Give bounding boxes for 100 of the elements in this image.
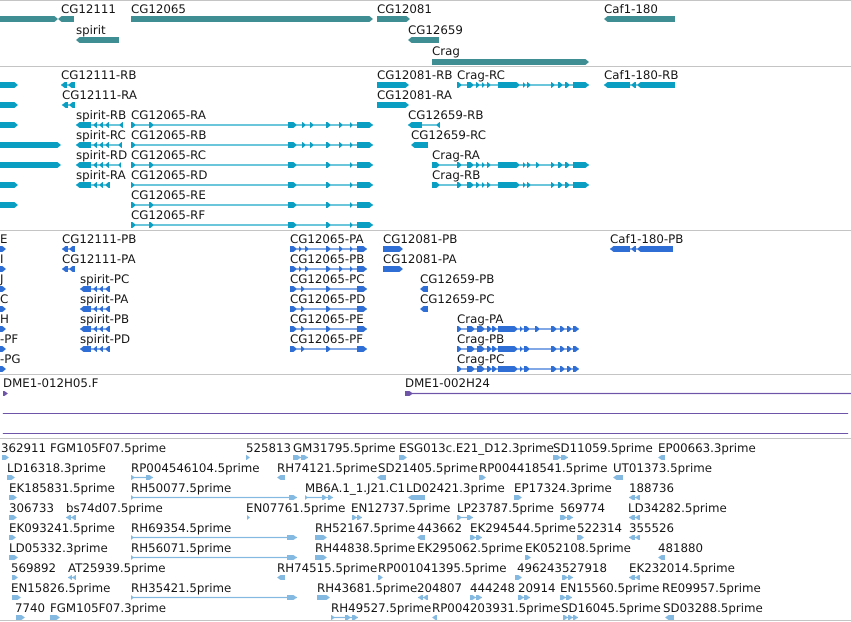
est-label: RH69354.5prime xyxy=(131,521,232,535)
protein-label: -PF xyxy=(0,332,18,346)
transcript-label: spirit-RA xyxy=(76,168,126,182)
est-label: EK294544.5prime xyxy=(470,521,576,535)
protein-label: CG12065-PB xyxy=(290,252,364,266)
protein-label: E xyxy=(0,232,8,246)
transcript-label: Caf1-180-RB xyxy=(604,68,678,82)
protein-label: Crag-PA xyxy=(457,312,504,326)
protein-label: CG12659-PB xyxy=(420,272,494,286)
est-label: EK093241.5prime xyxy=(9,521,115,535)
est-label: 20914 xyxy=(518,581,556,595)
protein-label: CG12659-PC xyxy=(420,292,495,306)
est-label: RH35421.5prime xyxy=(131,581,232,595)
protein-label: Crag-PC xyxy=(457,352,504,366)
protein-label: CG12081-PA xyxy=(383,252,457,266)
cdna-label: DME1-002H24 xyxy=(405,376,490,390)
est-label: SD16045.5prime xyxy=(561,601,661,615)
est-label: bs74d07.5prime xyxy=(66,501,163,515)
est-label: EK052108.5prime xyxy=(525,541,631,555)
protein-label: CG12065-PA xyxy=(290,232,364,246)
protein-label: CG12081-PB xyxy=(383,232,458,246)
est-label: RH43681.5prime xyxy=(317,581,418,595)
est-label: RH52167.5prime xyxy=(315,521,416,535)
gene-label: CG12081 xyxy=(377,2,432,16)
est-label: EN12737.5prime xyxy=(351,501,450,515)
est-label: 522314 xyxy=(577,521,622,535)
est-label: 204807 xyxy=(417,581,462,595)
transcript-label: CG12111-RB xyxy=(61,68,136,82)
protein-label: C xyxy=(0,292,8,306)
protein-label: Caf1-180-PB xyxy=(610,232,684,246)
protein-label: CG12111-PB xyxy=(62,232,136,246)
est-label: 496243 xyxy=(517,561,562,575)
est-label: RP004418541.5prime xyxy=(479,461,608,475)
transcript-label: spirit-RC xyxy=(76,128,126,142)
transcript-label: CG12065-RB xyxy=(131,128,206,142)
transcript-label: CG12081-RB xyxy=(377,68,452,82)
protein-label: spirit-PC xyxy=(80,272,130,286)
protein-label: CG12065-PF xyxy=(290,332,364,346)
est-label: SD11059.5prime xyxy=(553,441,653,455)
est-label: RH49527.5prime xyxy=(331,601,432,615)
est-label: 481880 xyxy=(658,541,704,555)
transcript-label: spirit-RB xyxy=(76,108,126,122)
est-label: LD16318.3prime xyxy=(7,461,106,475)
transcript-label: CG12111-RA xyxy=(62,88,137,102)
gene-label: CG12659 xyxy=(408,22,463,37)
est-label: LP23787.5prime xyxy=(457,501,554,515)
est-label: EP00663.3prime xyxy=(658,441,756,455)
est-label: RP004546104.5prime xyxy=(131,461,260,475)
est-label: UT01373.5prime xyxy=(613,461,712,475)
est-label: 306733 xyxy=(9,501,54,515)
est-label: SD03288.5prime xyxy=(663,601,763,615)
est-label: RP001041395.5prime xyxy=(378,561,506,575)
protein-label: spirit-PB xyxy=(80,312,130,326)
est-label: 525813 xyxy=(246,441,292,455)
est-label: 188736 xyxy=(629,481,674,495)
est-label: LD34282.5prime xyxy=(628,501,727,515)
est-label: FGM105F07.3prime xyxy=(50,601,166,615)
transcript-label: Crag-RA xyxy=(432,148,480,162)
est-label: 7740 xyxy=(15,601,46,615)
est-label: 443662 xyxy=(417,521,462,535)
est-label: EP17324.3prime xyxy=(514,481,612,495)
protein-label: CG12065-PC xyxy=(290,272,365,286)
transcript-label: CG12659-RB xyxy=(408,108,484,122)
cdna-label: DME1-012H05.F xyxy=(3,376,98,390)
gene-label: spirit xyxy=(76,22,106,37)
protein-label: H xyxy=(0,312,9,326)
est-label: EN07761.5prime xyxy=(246,501,346,515)
protein-label: spirit-PA xyxy=(80,292,128,306)
gene-label: CG12065 xyxy=(131,2,186,16)
transcript-label: Crag-RC xyxy=(457,68,505,82)
transcript-label: CG12065-RA xyxy=(131,108,206,122)
transcript-label: CG12081-RA xyxy=(377,88,452,102)
est-label: RH74515.5prime xyxy=(277,561,378,575)
est-label: EK232014.5prime xyxy=(629,561,735,575)
est-label: 355526 xyxy=(629,521,674,535)
est-label: 569892 xyxy=(11,561,56,575)
gene-label: Crag xyxy=(432,44,460,58)
protein-label: CG12065-PE xyxy=(290,312,364,326)
transcript-label: Crag-RB xyxy=(432,168,480,182)
protein-label: -PG xyxy=(0,352,21,366)
est-label: RH56071.5prime xyxy=(131,541,232,555)
est-label: 569774 xyxy=(560,501,606,515)
est-label: 527918 xyxy=(562,561,608,575)
est-label: LD05332.3prime xyxy=(9,541,108,555)
est-label: RP004203931.5prime xyxy=(432,601,560,615)
est-label: GM31795.5prime xyxy=(293,441,396,455)
protein-label: I xyxy=(0,252,4,266)
est-label: MB6A.1_1.J21.C1 xyxy=(305,481,406,495)
est-label: 362911 xyxy=(1,441,46,455)
est-label: EN15560.5prime xyxy=(560,581,660,595)
est-label: FGM105F07.5prime xyxy=(50,441,166,455)
transcript-label: CG12659-RC xyxy=(411,128,486,142)
protein-label: CG12111-PA xyxy=(62,252,136,266)
est-label: LD02421.3prime xyxy=(406,481,505,495)
transcript-label: CG12065-RE xyxy=(131,188,206,202)
est-label: RH44838.5prime xyxy=(315,541,416,555)
protein-label: Crag-PB xyxy=(457,332,504,346)
protein-label: spirit-PD xyxy=(80,332,130,346)
est-label: RH74121.5prime xyxy=(277,461,378,475)
est-label: ESG013c.E21_D12.3prime xyxy=(399,441,554,455)
